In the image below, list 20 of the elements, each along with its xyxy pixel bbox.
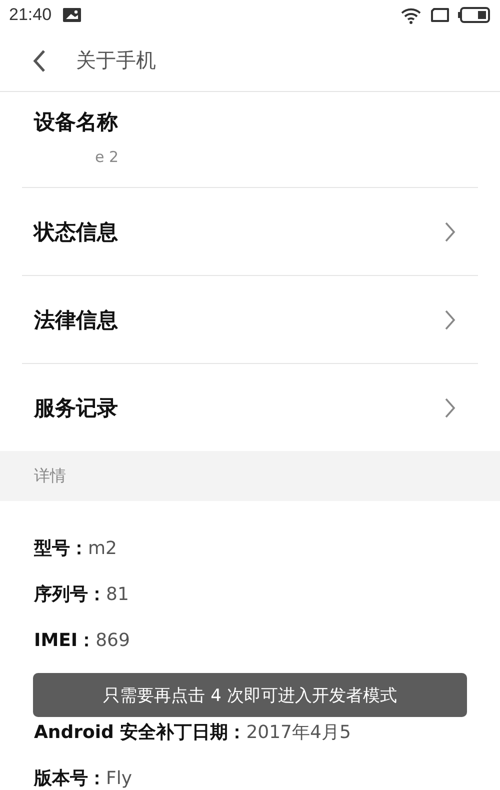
settings-item[interactable]: 状态信息 [22,188,478,276]
status-time: 21:40 [9,5,52,25]
detail-line: 序列号：81 [34,583,130,607]
detail-line: Android 安全补丁日期：2017年4月5 [34,721,352,745]
chevron-right-icon [444,220,456,242]
device-name-item[interactable]: 设备名称 e 2 [22,92,478,188]
wifi-icon [400,6,422,24]
back-icon [32,48,46,72]
image-icon [62,7,82,23]
toast-message: 只需要再点击 4 次即可进入开发者模式 [33,673,467,717]
detail-line: 型号：m2 [34,537,118,561]
settings-item[interactable]: 法律信息 [22,276,478,364]
page-title: 关于手机 [76,47,156,74]
section-title: 详情 [34,466,66,486]
sim-card-icon [430,7,450,23]
detail-line: IMEI：869 [34,629,131,653]
chevron-right-icon [444,308,456,330]
detail-line: 版本号：Fly [34,767,134,790]
battery-icon [458,7,490,23]
chevron-right-icon [444,396,456,418]
